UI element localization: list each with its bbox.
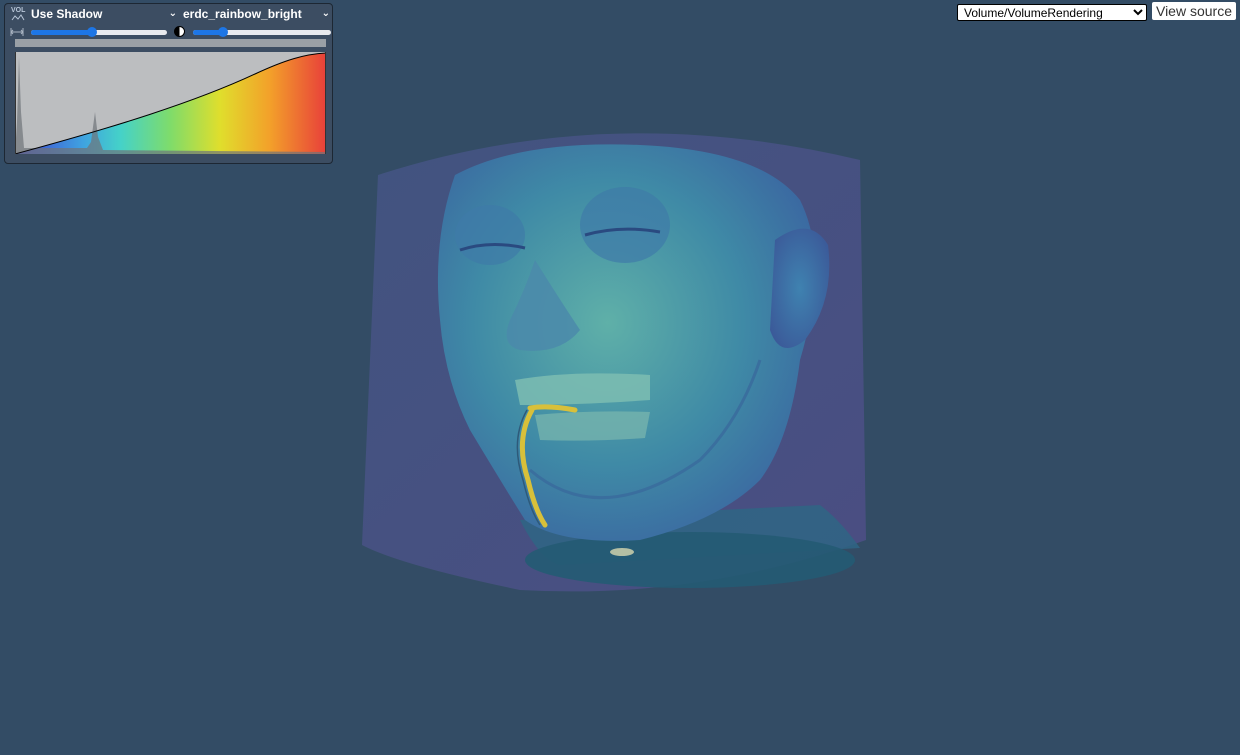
- level-slider[interactable]: [193, 27, 331, 37]
- preset-select-label: Use Shadow: [31, 7, 103, 21]
- level-slider-knob[interactable]: [218, 27, 229, 37]
- window-slider-fill: [31, 30, 93, 35]
- eye-socket-left: [455, 205, 525, 265]
- window-slider[interactable]: [31, 27, 167, 37]
- chevron-down-icon: ⌄: [168, 8, 177, 19]
- colormap-select[interactable]: erdc_rainbow_bright ⌄: [183, 5, 332, 23]
- preset-select[interactable]: Use Shadow ⌄: [31, 5, 179, 23]
- volume-controller-panel: VOL Use Shadow ⌄ erdc_rainbow_bright ⌄: [4, 3, 333, 164]
- neck-spot: [610, 548, 634, 556]
- teeth-lower: [535, 411, 650, 441]
- neck-slice: [525, 532, 855, 588]
- view-source-button[interactable]: View source: [1152, 2, 1236, 20]
- opacity-bar[interactable]: [15, 39, 326, 47]
- teeth-upper: [515, 373, 650, 405]
- window-width-icon: [10, 28, 24, 36]
- slider-row: [5, 24, 332, 40]
- example-select[interactable]: Volume/VolumeRendering: [957, 4, 1147, 21]
- transfer-function-editor[interactable]: [15, 52, 326, 154]
- contrast-icon: [174, 26, 185, 37]
- logo-text: VOL: [11, 7, 26, 14]
- panel-header-row: VOL Use Shadow ⌄ erdc_rainbow_bright ⌄: [5, 4, 332, 24]
- logo-icon: VOL: [11, 7, 25, 21]
- window-slider-knob[interactable]: [87, 27, 98, 37]
- chevron-down-icon: ⌄: [321, 8, 330, 19]
- eye-socket-right: [580, 187, 670, 263]
- colormap-select-label: erdc_rainbow_bright: [183, 7, 302, 21]
